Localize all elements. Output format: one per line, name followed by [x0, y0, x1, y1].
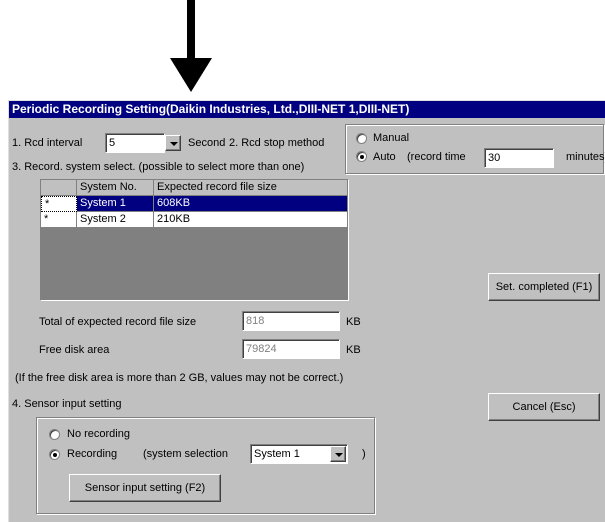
- system-selection-dropdown-button[interactable]: [330, 446, 346, 462]
- rcd-interval-unit: Second: [188, 137, 226, 149]
- manual-radio-label: Manual: [373, 132, 410, 144]
- record-time-unit: minutes): [566, 151, 605, 163]
- sensor-input-label: 4. Sensor input setting: [12, 398, 122, 410]
- rcd-interval-select[interactable]: 5: [105, 133, 165, 153]
- rcd-interval-dropdown-button[interactable]: [165, 135, 181, 151]
- cancel-button[interactable]: Cancel (Esc): [488, 393, 600, 421]
- total-size-label: Total of expected record file size: [39, 316, 197, 328]
- recording-radio[interactable]: [49, 449, 60, 460]
- recording-label: Recording: [67, 448, 118, 460]
- system-selection-label: (system selection: [143, 448, 228, 460]
- row-mark[interactable]: *: [41, 196, 77, 212]
- system-list[interactable]: System No. Expected record file size * S…: [40, 179, 349, 301]
- rcd-stop-method-label: 2. Rcd stop method: [229, 137, 325, 149]
- close-paren: ): [362, 448, 366, 460]
- dialog-title: Periodic Recording Setting(Daikin Indust…: [9, 101, 605, 118]
- free-disk-field: 79824: [242, 339, 340, 359]
- pointer-arrow-icon: [170, 58, 212, 92]
- row-mark[interactable]: *: [41, 212, 77, 228]
- free-disk-unit: KB: [346, 344, 361, 356]
- pointer-arrow-shaft: [187, 0, 195, 62]
- dialog-window: Periodic Recording Setting(Daikin Indust…: [8, 100, 605, 522]
- column-header-system-no[interactable]: System No.: [77, 180, 154, 196]
- row-system-name[interactable]: System 2: [77, 212, 154, 228]
- column-header-mark: [41, 180, 77, 196]
- manual-radio[interactable]: [356, 133, 367, 144]
- auto-radio-label: Auto: [373, 151, 396, 163]
- system-select-label: 3. Record. system select. (possible to s…: [12, 161, 305, 173]
- chevron-down-icon: [335, 453, 343, 457]
- record-time-input[interactable]: 30: [484, 148, 554, 168]
- system-selection-value: System 1: [254, 448, 300, 460]
- rcd-interval-label: 1. Rcd interval: [12, 137, 83, 149]
- column-header-file-size[interactable]: Expected record file size: [154, 180, 348, 196]
- no-recording-radio[interactable]: [49, 429, 60, 440]
- record-time-label: (record time: [407, 151, 466, 163]
- row-system-name[interactable]: System 1: [77, 196, 154, 212]
- total-size-field: 818: [242, 311, 340, 331]
- chevron-down-icon: [170, 142, 178, 146]
- rcd-interval-value: 5: [109, 137, 116, 149]
- sensor-input-setting-button[interactable]: Sensor input setting (F2): [69, 474, 221, 502]
- row-file-size[interactable]: 608KB: [154, 196, 348, 212]
- no-recording-label: No recording: [67, 428, 130, 440]
- set-completed-button[interactable]: Set. completed (F1): [488, 273, 600, 301]
- free-disk-label: Free disk area: [39, 344, 110, 356]
- row-file-size[interactable]: 210KB: [154, 212, 348, 228]
- total-size-unit: KB: [346, 316, 361, 328]
- auto-radio[interactable]: [356, 151, 367, 162]
- disk-note: (If the free disk area is more than 2 GB…: [15, 372, 344, 384]
